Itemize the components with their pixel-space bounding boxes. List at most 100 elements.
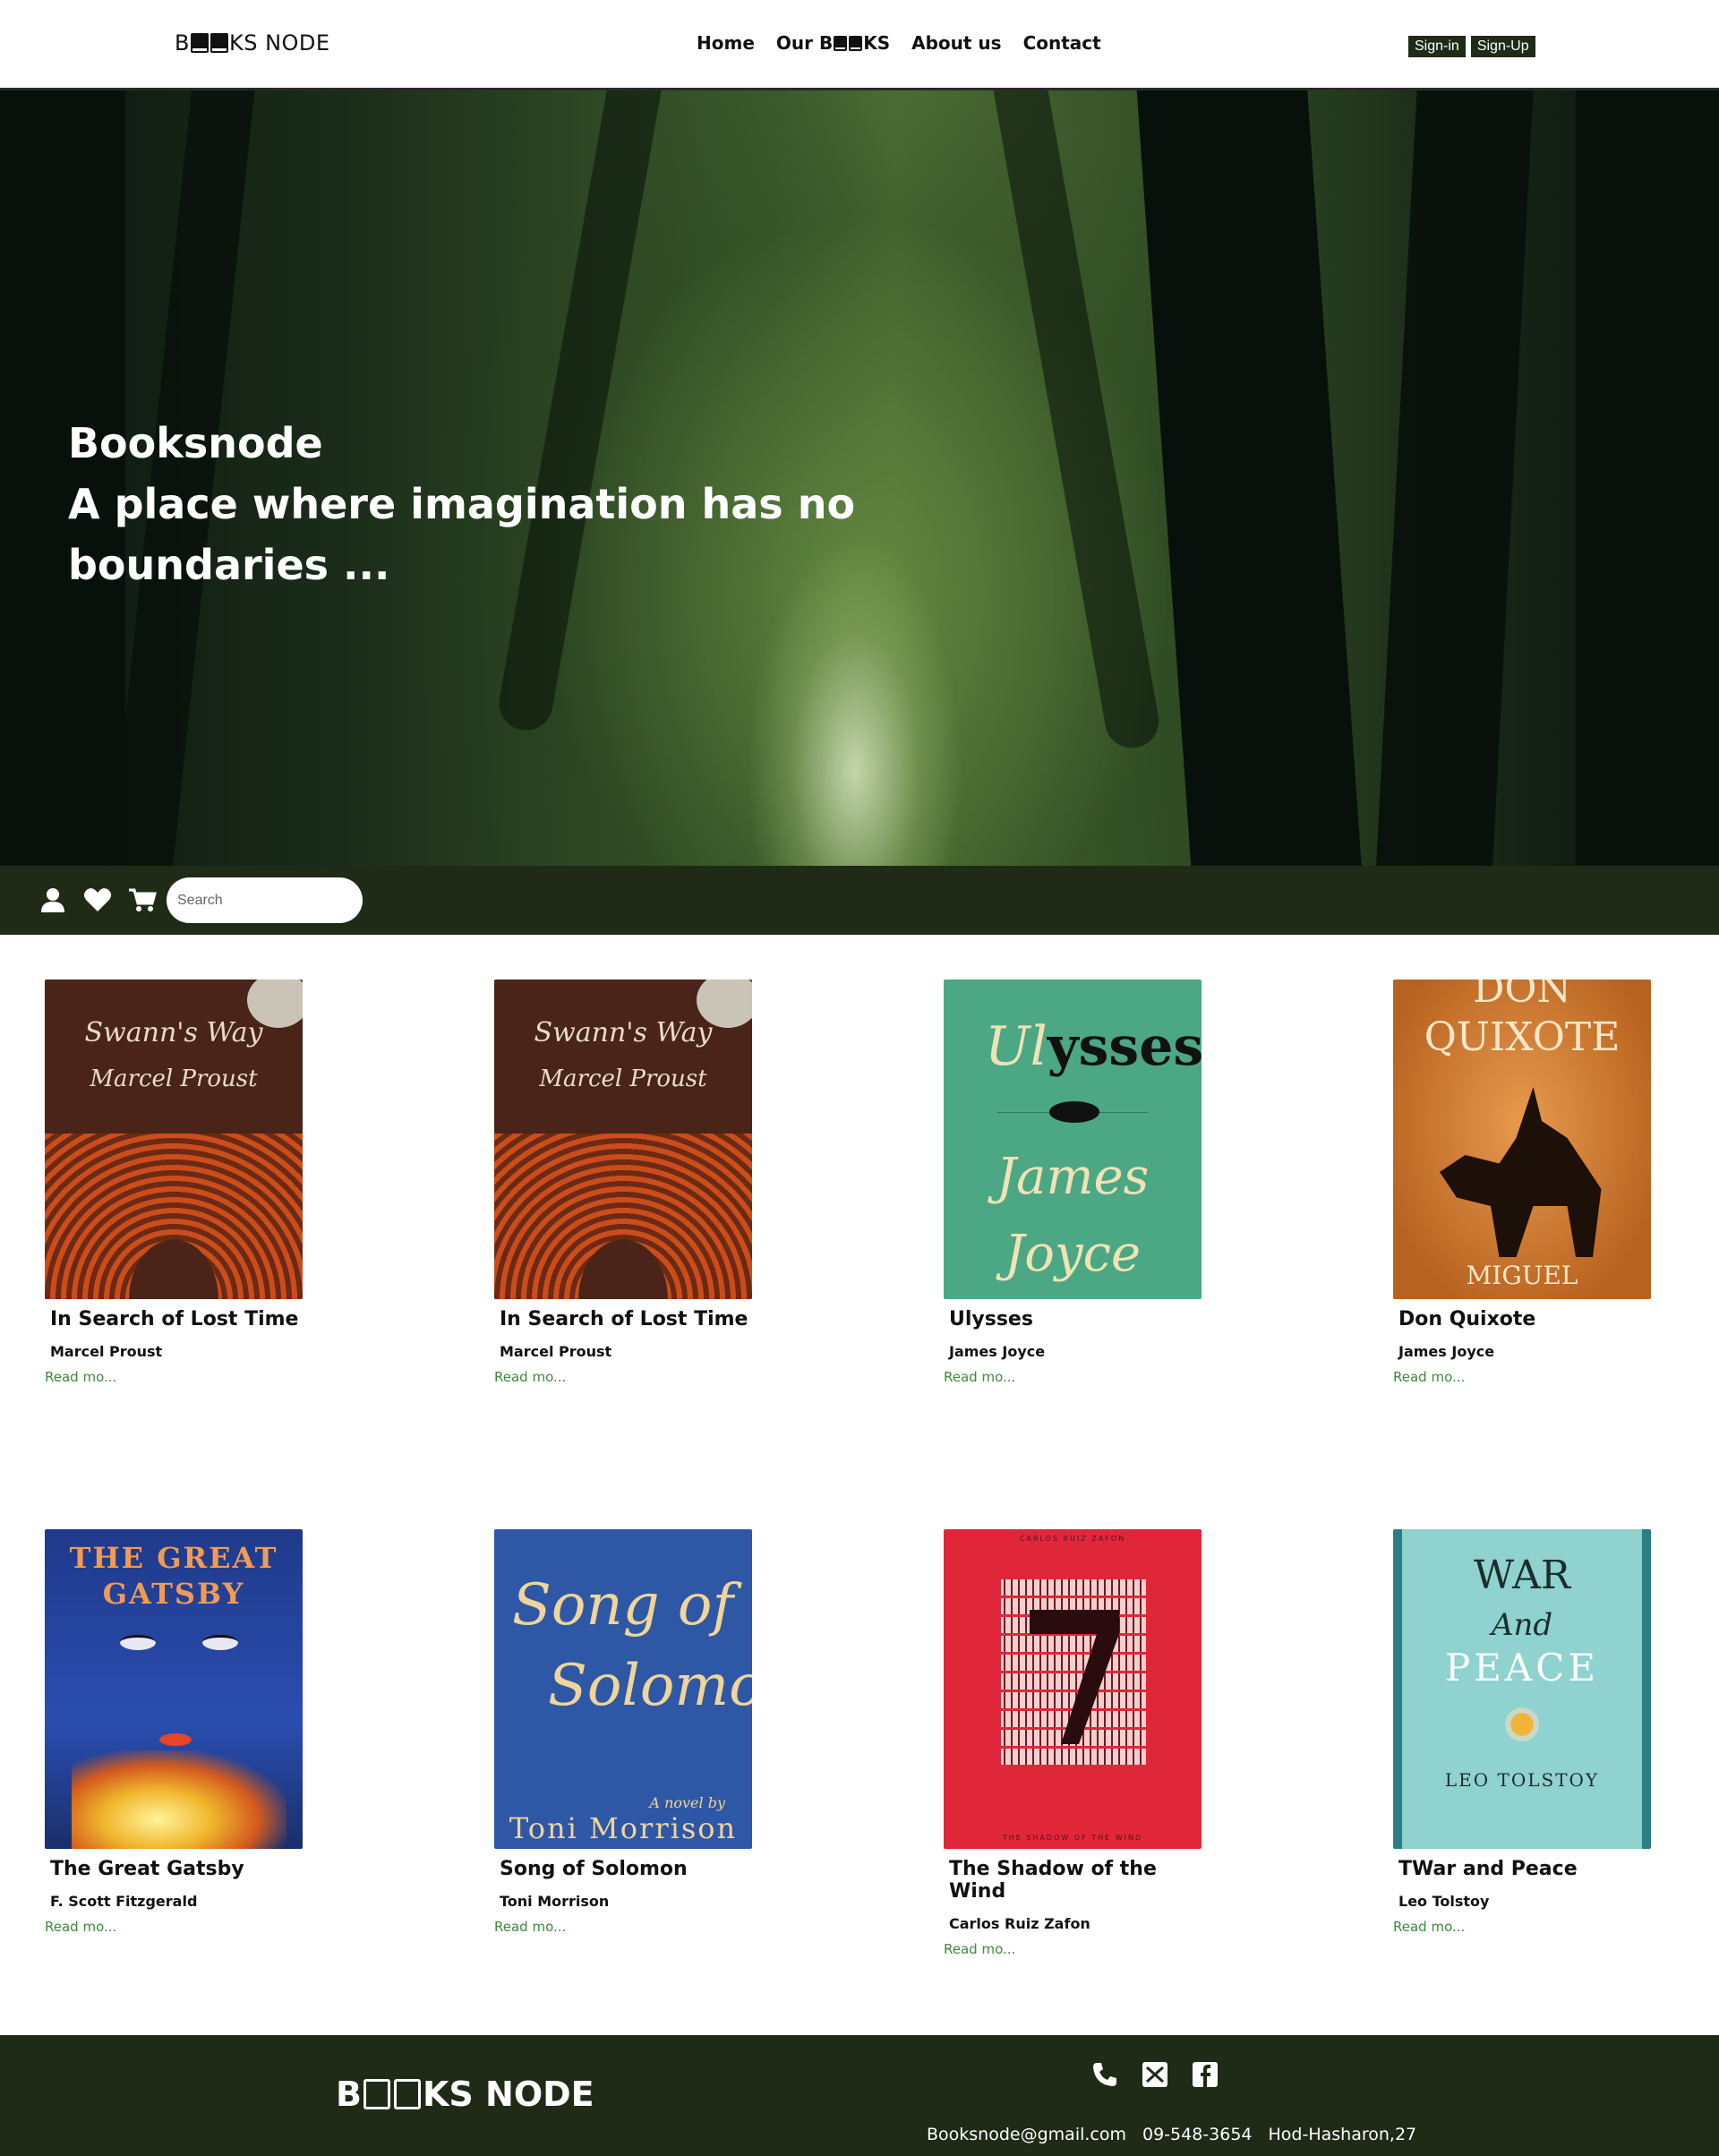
book-card[interactable]: DON QUIXOTE MIGUEL Don Quixote James Joy… [1393,980,1651,1385]
book-author: Leo Tolstoy [1398,1893,1490,1910]
social-icons [1090,2059,1220,2090]
phone-icon[interactable] [1090,2059,1120,2090]
logo[interactable]: B KS NODE [175,30,330,56]
contact-info: Booksnode@gmail.com 09-548-3654 Hod-Hash… [927,2125,1416,2144]
book-icon [210,33,228,53]
cover-author: James Joyce [944,1139,1202,1293]
user-icon[interactable] [38,886,67,914]
tree-trunk [1576,90,1719,866]
cover-ornament [45,1134,303,1299]
book-title[interactable]: The Great Gatsby [50,1858,303,1880]
read-more-link[interactable]: Read mo... [494,1369,752,1385]
knight-illustration [1440,1087,1602,1257]
cover-title: DON QUIXOTE [1393,980,1651,1062]
eye-illustration [202,1635,238,1650]
nav-about[interactable]: About us [911,32,1001,54]
mail-icon[interactable] [1140,2059,1170,2090]
cover-title-part: Ul [985,1015,1048,1078]
nav-our-books-suffix: KS [863,32,891,54]
book-title[interactable]: The Shadow of the Wind [949,1858,1202,1903]
cover-title: Swann's Way [84,1017,263,1048]
cover-title-line: THE GREAT [69,1541,278,1575]
book-card[interactable]: Ulysses James Joyce Ulysses James Joyce … [944,980,1202,1385]
cover-title-line: Song of [512,1572,734,1638]
book-icon [190,33,209,53]
tree-trunk [1133,90,1364,866]
cover-subtitle: A novel by [649,1794,725,1811]
book-cover[interactable]: THE GREAT GATSBY [45,1529,303,1849]
search-input[interactable] [167,877,363,923]
heart-icon[interactable] [83,886,112,914]
book-card[interactable]: Swann's Way Marcel Proust In Search of L… [494,980,752,1385]
footer: B KS NODE Booksnode@gmail.com 09-548-365… [0,2035,1719,2156]
nav-our-books[interactable]: Our B KS [776,32,890,54]
book-card[interactable]: WAR And PEACE LEO TOLSTOY TWar and Peace… [1393,1529,1651,1935]
read-more-link[interactable]: Read mo... [1393,1919,1651,1935]
book-card[interactable]: Swann's Way Marcel Proust In Search of L… [45,980,303,1385]
book-card[interactable]: CARLOS RUIZ ZAFON THE SHADOW OF THE WIND… [944,1529,1202,1957]
book-title[interactable]: TWar and Peace [1398,1858,1651,1880]
header: B KS NODE Home Our B KS About us Contact… [0,0,1719,90]
cover-title-line: WAR [1474,1553,1570,1598]
book-card[interactable]: THE GREAT GATSBY The Great Gatsby F. Sco… [45,1529,303,1935]
eye-illustration [120,1635,156,1650]
read-more-link[interactable]: Read mo... [45,1919,303,1935]
cover-ink-blot [1049,1101,1099,1123]
book-cover[interactable]: Swann's Way Marcel Proust [45,980,303,1299]
cover-author: Marcel Proust [90,1065,258,1092]
nav-home[interactable]: Home [697,32,755,54]
read-more-link[interactable]: Read mo... [45,1369,303,1385]
medallion-illustration [1502,1705,1542,1744]
book-cover[interactable]: Song of Solomon A novel by Toni Morrison [494,1529,752,1849]
book-title[interactable]: In Search of Lost Time [50,1308,303,1330]
cover-ornament [494,1134,752,1299]
footer-logo[interactable]: B KS NODE [336,2075,594,2114]
cover-title-line: GATSBY [102,1577,245,1611]
book-cover[interactable]: DON QUIXOTE MIGUEL [1393,980,1651,1299]
book-cover[interactable]: CARLOS RUIZ ZAFON THE SHADOW OF THE WIND [944,1529,1202,1849]
nav-our-books-prefix: Our B [775,32,834,54]
book-card[interactable]: Song of Solomon A novel by Toni Morrison… [494,1529,752,1935]
read-more-link[interactable]: Read mo... [944,1369,1202,1385]
hero-title: Booksnode [68,419,323,467]
tree-trunk [985,90,1164,753]
cover-title-line: QUIXOTE [1424,1014,1621,1060]
cover-title: THE SHADOW OF THE WIND [1002,1834,1143,1842]
book-cover[interactable]: Swann's Way Marcel Proust [494,980,752,1299]
cart-icon[interactable] [128,886,157,914]
book-author: James Joyce [1398,1343,1495,1360]
cover-title: Ulysses [985,1015,1202,1078]
read-more-link[interactable]: Read mo... [1393,1369,1651,1385]
cover-author: Toni Morrison [509,1811,738,1845]
hero-banner: Booksnode A place where imagination has … [0,90,1719,866]
cover-title-part: ysses [1047,1015,1202,1078]
read-more-link[interactable]: Read mo... [494,1919,752,1935]
read-more-link[interactable]: Read mo... [944,1941,1202,1957]
book-title[interactable]: Song of Solomon [500,1858,752,1880]
book-author: Marcel Proust [50,1343,163,1360]
facebook-icon[interactable] [1190,2059,1220,2090]
book-cover[interactable]: WAR And PEACE LEO TOLSTOY [1393,1529,1651,1849]
footer-email[interactable]: Booksnode@gmail.com [927,2125,1126,2144]
cover-title-line: DON [1473,980,1571,1012]
book-title[interactable]: In Search of Lost Time [500,1308,752,1330]
book-title[interactable]: Ulysses [949,1308,1202,1330]
book-author: Marcel Proust [500,1343,612,1360]
cover-title-line: PEACE [1444,1646,1600,1690]
lips-illustration [159,1733,192,1746]
signup-button[interactable]: Sign-Up [1470,36,1535,57]
cover-title: Swann's Way [534,1017,713,1048]
book-author: Toni Morrison [500,1893,610,1910]
nav-contact[interactable]: Contact [1023,32,1101,54]
auth-buttons: Sign-in Sign-Up [1408,36,1535,57]
footer-phone[interactable]: 09-548-3654 [1142,2125,1253,2144]
book-icon [849,35,863,51]
book-title[interactable]: Don Quixote [1398,1308,1651,1330]
main-nav: Home Our B KS About us Contact [697,32,1101,54]
cover-author: Marcel Proust [539,1065,707,1092]
signin-button[interactable]: Sign-in [1408,36,1466,57]
cover-author: CARLOS RUIZ ZAFON [1019,1535,1126,1543]
city-lights-illustration [72,1750,286,1849]
logo-prefix: B [336,2075,362,2114]
book-cover[interactable]: Ulysses James Joyce [944,980,1202,1299]
